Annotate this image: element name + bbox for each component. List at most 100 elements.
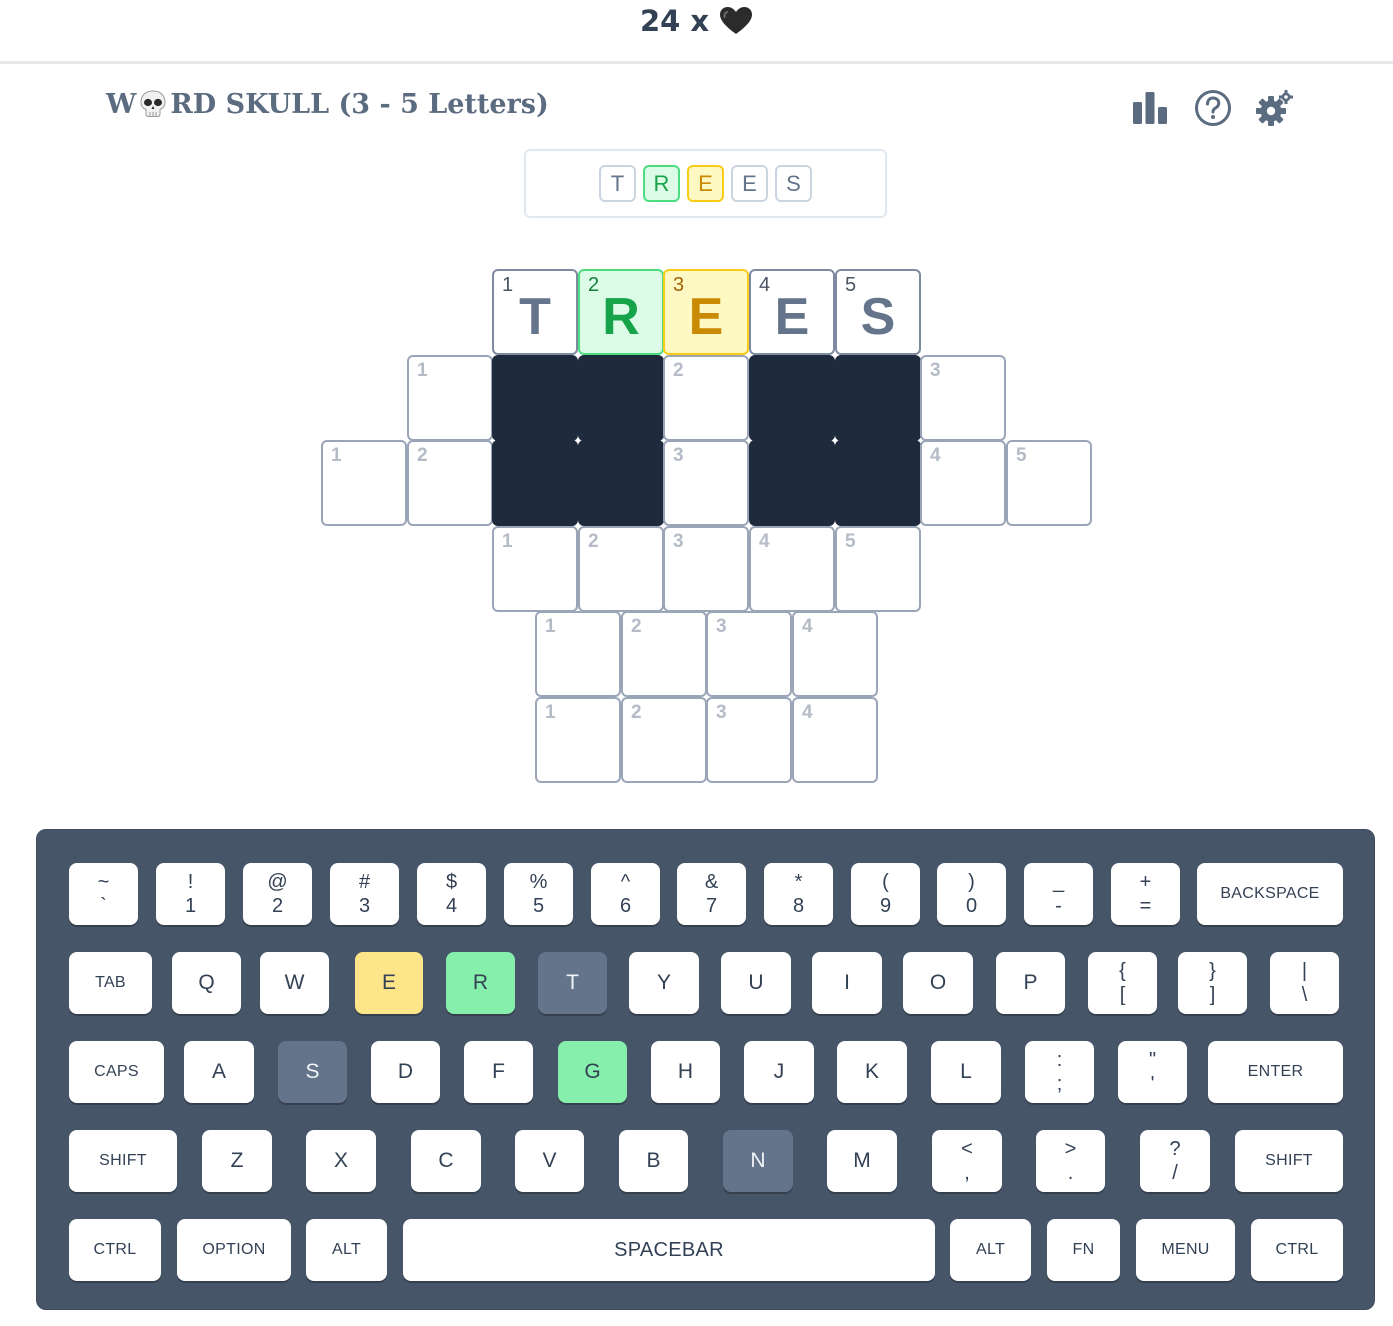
key-f[interactable]: F (464, 1041, 533, 1103)
key-alt[interactable]: ALT (950, 1219, 1031, 1281)
grid-cell[interactable]: 4 (920, 440, 1006, 526)
key-ctrl[interactable]: CTRL (69, 1219, 161, 1281)
grid-cell[interactable]: 3 (663, 440, 749, 526)
key-ctrl[interactable]: CTRL (1251, 1219, 1343, 1281)
key-symbol[interactable]: ~ ` (69, 863, 138, 925)
keyboard: ~ `! 1 @2 #3 $4% 5 ^ 6 & 7 * 8(9) 0 _ - + = BACKSPACE TAB Q W… (36, 829, 1375, 1310)
key-w[interactable]: W (260, 952, 329, 1014)
key-label: ALT (975, 1241, 1006, 1258)
key-fn[interactable]: FN (1047, 1219, 1120, 1281)
key-option[interactable]: OPTION (177, 1219, 291, 1281)
key-symbol[interactable]: * 8 (764, 863, 833, 925)
key-s[interactable]: S (278, 1041, 347, 1103)
grid-cell[interactable]: 3 (920, 355, 1006, 441)
key-symbol[interactable]: {[ (1088, 952, 1157, 1014)
key-symbol[interactable]: $4 (417, 863, 486, 925)
key-symbol[interactable]: :; (1025, 1041, 1094, 1103)
key-k[interactable]: K (837, 1041, 907, 1103)
grid-cell[interactable]: 1T (492, 269, 578, 355)
key-symbol[interactable]: + = (1111, 863, 1180, 925)
key-r[interactable]: R (446, 952, 515, 1014)
grid-cell[interactable]: 2 (621, 611, 707, 697)
grid-cell[interactable]: 2 (578, 526, 664, 612)
cell-number: 5 (1016, 445, 1027, 466)
grid-cell[interactable]: 5 (835, 526, 921, 612)
grid-cell[interactable]: 3E (663, 269, 749, 355)
guess-tile: E (687, 165, 724, 202)
key-d[interactable]: D (371, 1041, 440, 1103)
grid-cell[interactable]: 1 (535, 611, 621, 697)
key-i[interactable]: I (812, 952, 882, 1014)
key-symbol[interactable]: ! 1 (156, 863, 225, 925)
key-label: ENTER (1247, 1063, 1304, 1080)
key-spacebar[interactable]: SPACEBAR (403, 1219, 935, 1281)
key-symbol[interactable]: & 7 (677, 863, 746, 925)
key-p[interactable]: P (996, 952, 1065, 1014)
key-symbol[interactable]: | \ (1270, 952, 1339, 1014)
settings-icon[interactable] (1255, 88, 1295, 128)
key-j[interactable]: J (744, 1041, 814, 1103)
key-c[interactable]: C (411, 1130, 481, 1192)
key-backspace[interactable]: BACKSPACE (1197, 863, 1343, 925)
key-m[interactable]: M (827, 1130, 897, 1192)
grid-cell[interactable]: 2 (407, 440, 493, 526)
key-n[interactable]: N (723, 1130, 793, 1192)
key-symbol[interactable]: #3 (330, 863, 399, 925)
grid-cell[interactable]: 4E (749, 269, 835, 355)
grid-cell[interactable]: 2 (663, 355, 749, 441)
grid-cell[interactable]: 4 (749, 526, 835, 612)
key-a[interactable]: A (184, 1041, 254, 1103)
grid-cell[interactable]: 2R (578, 269, 664, 355)
key-label: E (381, 971, 396, 994)
cell-number: 2 (673, 360, 684, 381)
key-label: U (748, 971, 764, 994)
key-label: M (853, 1149, 871, 1172)
key-alt[interactable]: ALT (306, 1219, 387, 1281)
key-z[interactable]: Z (202, 1130, 272, 1192)
grid-cell[interactable]: 1 (492, 526, 578, 612)
key-x[interactable]: X (306, 1130, 376, 1192)
key-symbol[interactable]: <, (932, 1130, 1002, 1192)
help-icon[interactable] (1193, 88, 1233, 128)
key-menu[interactable]: MENU (1136, 1219, 1235, 1281)
key-symbol[interactable]: >. (1036, 1130, 1105, 1192)
key-y[interactable]: Y (629, 952, 699, 1014)
key-v[interactable]: V (515, 1130, 584, 1192)
key-tab[interactable]: TAB (69, 952, 152, 1014)
grid-cell[interactable]: 4 (792, 697, 878, 783)
key-symbol[interactable]: % 5 (504, 863, 573, 925)
key-symbol[interactable]: @2 (243, 863, 312, 925)
grid-cell[interactable]: 1 (321, 440, 407, 526)
key-g[interactable]: G (558, 1041, 627, 1103)
grid-cell[interactable]: 5S (835, 269, 921, 355)
grid-cell[interactable]: 4 (792, 611, 878, 697)
key-shift[interactable]: SHIFT (69, 1130, 177, 1192)
key-b[interactable]: B (619, 1130, 688, 1192)
key-t[interactable]: T (538, 952, 607, 1014)
grid-cell[interactable]: 3 (706, 611, 792, 697)
grid-cell[interactable]: 1 (407, 355, 493, 441)
key-shift-label: ( (882, 871, 889, 893)
key-l[interactable]: L (931, 1041, 1001, 1103)
key-symbol[interactable]: (9 (851, 863, 920, 925)
key-shift[interactable]: SHIFT (1235, 1130, 1343, 1192)
key-e[interactable]: E (355, 952, 423, 1014)
key-q[interactable]: Q (172, 952, 241, 1014)
key-h[interactable]: H (651, 1041, 720, 1103)
key-caps[interactable]: CAPS (69, 1041, 164, 1103)
stats-icon[interactable] (1130, 88, 1170, 128)
key-symbol[interactable]: ^ 6 (591, 863, 660, 925)
grid-cell[interactable]: 3 (706, 697, 792, 783)
key-symbol[interactable]: _ - (1024, 863, 1093, 925)
key-enter[interactable]: ENTER (1208, 1041, 1343, 1103)
grid-cell[interactable]: 1 (535, 697, 621, 783)
key-symbol[interactable]: " ' (1118, 1041, 1187, 1103)
key-o[interactable]: O (903, 952, 973, 1014)
key-symbol[interactable]: ? / (1140, 1130, 1210, 1192)
key-u[interactable]: U (721, 952, 791, 1014)
grid-cell[interactable]: 5 (1006, 440, 1092, 526)
grid-cell[interactable]: 3 (663, 526, 749, 612)
key-symbol[interactable]: }] (1178, 952, 1247, 1014)
grid-cell[interactable]: 2 (621, 697, 707, 783)
key-symbol[interactable]: ) 0 (937, 863, 1006, 925)
